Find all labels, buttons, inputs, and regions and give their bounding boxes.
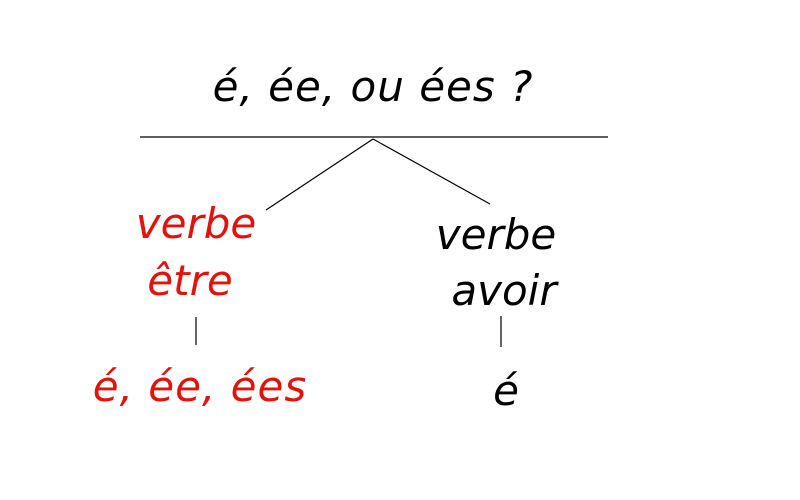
right-branch-result: é [493,366,519,415]
right-branch-label-line2: avoir [451,266,557,315]
left-branch-result: é, ée, ées [92,362,308,411]
left-branch-label-line1: verbe [135,199,257,248]
diagram-title: é, ée, ou ées ? [212,62,534,111]
left-branch-label-line2: être [147,256,233,305]
right-branch-label-line1: verbe [435,210,557,259]
connector-to-right-branch [372,138,491,205]
diagram-canvas: é, ée, ou ées ? verbe être verbe avoir é… [0,0,800,500]
connector-to-left-branch [265,138,374,211]
